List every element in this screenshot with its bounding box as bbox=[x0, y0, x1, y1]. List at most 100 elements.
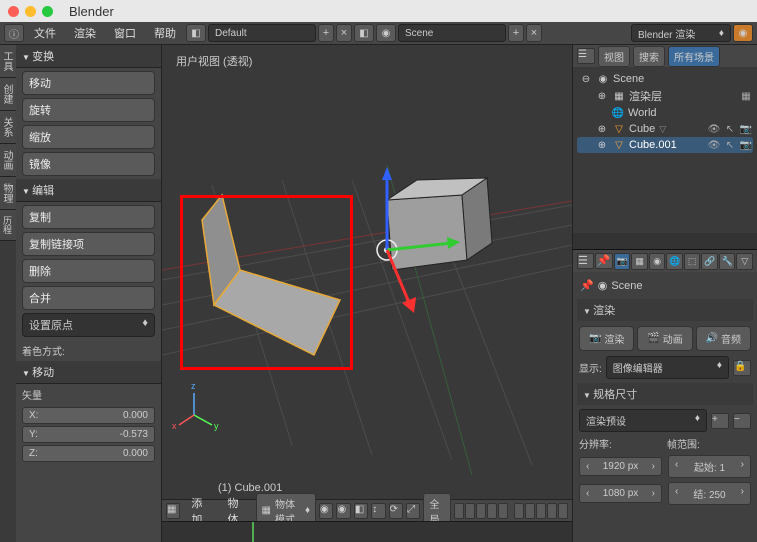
outliner-world-row[interactable]: 🌐 World bbox=[577, 105, 753, 121]
layer-icon[interactable]: ◧ bbox=[354, 503, 368, 519]
datablock-breadcrumb[interactable]: 📌 ◉ Scene bbox=[577, 276, 753, 295]
display-mode-select[interactable]: 图像编辑器♦ bbox=[606, 356, 729, 379]
res-x-field[interactable]: ‹1920 px› bbox=[579, 457, 662, 476]
display-shading-icon[interactable]: ◉ bbox=[319, 503, 333, 519]
lock-icon[interactable]: 🔒 bbox=[733, 360, 751, 376]
tab-renderlayers-icon[interactable]: ▦ bbox=[631, 253, 648, 270]
renderlayer-icon2[interactable]: ▦ bbox=[739, 89, 753, 103]
pin-icon[interactable]: 📌 bbox=[580, 279, 594, 292]
audio-button[interactable]: 🔊 音频 bbox=[696, 326, 751, 351]
frame-end-field[interactable]: ‹结: 250› bbox=[668, 482, 751, 505]
blender-logo-icon[interactable]: ◉ bbox=[733, 24, 753, 42]
window-max-icon[interactable] bbox=[42, 6, 53, 17]
info-editor-icon[interactable]: ⓘ bbox=[4, 24, 24, 42]
tab-object-icon[interactable]: ⬚ bbox=[684, 253, 701, 270]
layer-buttons[interactable] bbox=[454, 503, 568, 519]
set-origin-dropdown[interactable]: 设置原点♦ bbox=[22, 313, 155, 337]
outliner-cube001-row[interactable]: ⊕ ▽ Cube.001 👁 ↖ 📷 bbox=[577, 137, 753, 153]
window-close-icon[interactable] bbox=[8, 6, 19, 17]
tab-physics[interactable]: 物理 bbox=[0, 177, 16, 210]
expand-icon[interactable]: ⊖ bbox=[579, 72, 593, 86]
outliner-scene-row[interactable]: ⊖ ◉ Scene bbox=[577, 71, 753, 87]
renderable-camera-icon[interactable]: 📷 bbox=[739, 138, 753, 152]
tab-create[interactable]: 创建 bbox=[0, 78, 16, 111]
layout-select[interactable]: Default bbox=[208, 24, 316, 42]
res-y-field[interactable]: ‹1080 px› bbox=[579, 484, 662, 503]
expand-icon[interactable]: ⊕ bbox=[595, 138, 609, 152]
tab-world-icon[interactable]: 🌐 bbox=[666, 253, 683, 270]
last-op-header[interactable]: 移动 bbox=[16, 361, 161, 384]
tab-anim[interactable]: 动画 bbox=[0, 144, 16, 177]
manip-rotate-icon[interactable]: ⟳ bbox=[389, 503, 403, 519]
outliner-view[interactable]: 视图 bbox=[598, 46, 630, 67]
expand-icon[interactable]: ⊕ bbox=[595, 122, 609, 136]
properties-editor-icon[interactable]: ☰ bbox=[577, 253, 594, 269]
tab-render-icon[interactable]: 📷 bbox=[614, 253, 631, 270]
tab-history[interactable]: 历程 bbox=[0, 210, 16, 241]
render-button[interactable]: 📷 渲染 bbox=[579, 326, 634, 351]
delete-button[interactable]: 删除 bbox=[22, 259, 155, 283]
window-min-icon[interactable] bbox=[25, 6, 36, 17]
mirror-button[interactable]: 镜像 bbox=[22, 152, 155, 176]
scene-select[interactable]: Scene bbox=[398, 24, 506, 42]
tab-constraints-icon[interactable]: 🔗 bbox=[701, 253, 718, 270]
preset-remove-icon[interactable]: − bbox=[733, 413, 751, 429]
frame-start-field[interactable]: ‹起始: 1› bbox=[668, 455, 751, 478]
tab-scene-icon[interactable]: ◉ bbox=[649, 253, 666, 270]
rotate-button[interactable]: 旋转 bbox=[22, 98, 155, 122]
layout-delete-button[interactable]: × bbox=[336, 24, 352, 42]
preset-add-icon[interactable]: + bbox=[711, 413, 729, 429]
tab-modifiers-icon[interactable]: 🔧 bbox=[719, 253, 736, 270]
tab-data-icon[interactable]: ▽ bbox=[736, 253, 753, 270]
menu-window[interactable]: 窗口 bbox=[106, 25, 144, 41]
scene-prev-icon[interactable]: ◧ bbox=[354, 24, 374, 42]
outliner-search[interactable]: 搜索 bbox=[633, 46, 665, 67]
render-preset-select[interactable]: 渲染预设♦ bbox=[579, 409, 707, 432]
scale-button[interactable]: 缩放 bbox=[22, 125, 155, 149]
translate-button[interactable]: 移动 bbox=[22, 71, 155, 95]
outliner-all-scenes[interactable]: 所有场景 bbox=[668, 46, 720, 67]
outliner-world-label: World bbox=[628, 107, 657, 119]
tab-tool[interactable]: 工具 bbox=[0, 45, 16, 78]
visibility-eye-icon[interactable]: 👁 bbox=[707, 138, 721, 152]
outliner-cube-row[interactable]: ⊕ ▽ Cube ▽ 👁 ↖ 📷 bbox=[577, 121, 753, 137]
timeline[interactable] bbox=[162, 521, 572, 542]
outliner-scrollbar[interactable] bbox=[573, 233, 757, 249]
expand-icon[interactable]: ⊕ bbox=[595, 89, 609, 103]
editor-type-icon[interactable]: ▦ bbox=[166, 503, 180, 519]
translate-y-field[interactable]: Y: -0.573 bbox=[22, 426, 155, 443]
outliner-tree[interactable]: ⊖ ◉ Scene ⊕ ▦ 渲染层 ▦ 🌐 World ⊕ ▽ Cub bbox=[573, 67, 757, 233]
pivot-icon[interactable]: ◉ bbox=[336, 503, 350, 519]
manip-translate-icon[interactable]: ↕ bbox=[371, 503, 385, 519]
renderable-camera-icon[interactable]: 📷 bbox=[739, 122, 753, 136]
join-button[interactable]: 合并 bbox=[22, 286, 155, 310]
pin-icon[interactable]: 📌 bbox=[595, 253, 612, 269]
menu-file[interactable]: 文件 bbox=[26, 25, 64, 41]
selectable-arrow-icon[interactable]: ↖ bbox=[723, 138, 737, 152]
scene-add-button[interactable]: + bbox=[508, 24, 524, 42]
translate-z-field[interactable]: Z: 0.000 bbox=[22, 445, 155, 462]
duplicate-button[interactable]: 复制 bbox=[22, 205, 155, 229]
timeline-playhead[interactable] bbox=[252, 522, 254, 542]
scene-delete-button[interactable]: × bbox=[526, 24, 542, 42]
anim-button[interactable]: 🎬 动画 bbox=[637, 326, 692, 351]
menu-help[interactable]: 帮助 bbox=[146, 25, 184, 41]
outliner-editor-icon[interactable]: ☰ bbox=[577, 48, 595, 64]
dimensions-panel-header[interactable]: 规格尺寸 bbox=[577, 383, 753, 405]
back-to-prev-icon[interactable]: ◧ bbox=[186, 24, 206, 42]
outliner-renderlayers-row[interactable]: ⊕ ▦ 渲染层 ▦ bbox=[577, 87, 753, 105]
scene-browse-icon[interactable]: ◉ bbox=[376, 24, 396, 42]
transform-panel-header[interactable]: 变换 bbox=[16, 45, 161, 68]
3d-viewport[interactable]: 用户视图 (透视) bbox=[162, 45, 572, 542]
translate-x-field[interactable]: X: 0.000 bbox=[22, 407, 155, 424]
manip-scale-icon[interactable]: ⤢ bbox=[406, 503, 420, 519]
visibility-eye-icon[interactable]: 👁 bbox=[707, 122, 721, 136]
tab-relations[interactable]: 关系 bbox=[0, 111, 16, 144]
edit-panel-header[interactable]: 编辑 bbox=[16, 179, 161, 202]
render-engine-select[interactable]: Blender 渲染 ♦ bbox=[631, 24, 731, 42]
render-panel-header[interactable]: 渲染 bbox=[577, 299, 753, 321]
selectable-arrow-icon[interactable]: ↖ bbox=[723, 122, 737, 136]
menu-render[interactable]: 渲染 bbox=[66, 25, 104, 41]
layout-add-button[interactable]: + bbox=[318, 24, 334, 42]
duplicate-linked-button[interactable]: 复制链接项 bbox=[22, 232, 155, 256]
